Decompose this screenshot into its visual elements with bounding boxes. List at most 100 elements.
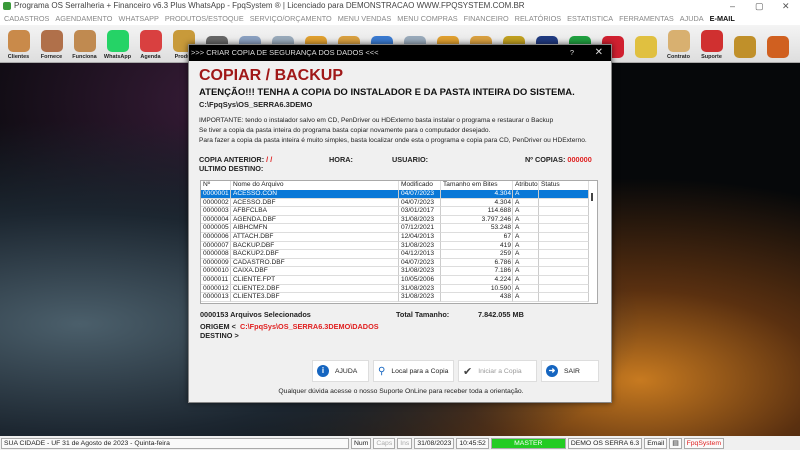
ajuda-button[interactable]: i AJUDA bbox=[312, 360, 369, 382]
table-cell: 03/01/2017 bbox=[399, 207, 441, 216]
printer-icon[interactable]: ▤ bbox=[669, 437, 682, 449]
table-cell: CLIENTE.FPT bbox=[231, 276, 399, 285]
table-cell: BACKUP2.DBF bbox=[231, 250, 399, 259]
table-cell bbox=[539, 198, 589, 208]
menu-financeiro[interactable]: FINANCEIRO bbox=[464, 14, 509, 23]
toolbar-label: Contrato bbox=[667, 54, 690, 60]
table-cell: 31/08/2023 bbox=[399, 241, 441, 251]
table-row[interactable]: 0000007 BACKUP.DBF 31/08/2023 419 A bbox=[201, 241, 589, 251]
info-text: IMPORTANTE: tendo o instalador salvo em … bbox=[199, 116, 587, 146]
column-header[interactable]: Nº bbox=[201, 181, 231, 190]
copia-anterior-value: / / bbox=[266, 155, 273, 164]
toolbar-icon bbox=[7, 30, 30, 52]
dialog-close-button[interactable]: ✕ bbox=[595, 45, 603, 61]
toolbar-button-agenda[interactable]: Agenda bbox=[135, 26, 166, 62]
info-line: Se tiver a copia da pasta inteira do pro… bbox=[199, 127, 491, 134]
table-cell: CADASTRO.DBF bbox=[231, 258, 399, 268]
toolbar-label: Fornece bbox=[40, 54, 63, 60]
column-header[interactable]: Nome do Arquivo bbox=[231, 181, 399, 190]
table-cell: A bbox=[513, 293, 539, 302]
column-header[interactable]: Status bbox=[539, 181, 589, 190]
table-cell bbox=[539, 258, 589, 268]
iniciar-copia-button[interactable]: ✔ Iniciar a Copia bbox=[458, 360, 537, 382]
toolbar-icon bbox=[139, 30, 162, 52]
table-cell: 4.224 bbox=[441, 276, 513, 285]
close-button[interactable]: ✕ bbox=[782, 0, 790, 12]
table-row[interactable]: 0000004 AGENDA.DBF 31/08/2023 3.797.246 A bbox=[201, 215, 589, 225]
menu-cadastros[interactable]: CADASTROS bbox=[4, 14, 49, 23]
ultimo-destino-label: ULTIMO DESTINO: bbox=[199, 164, 264, 173]
toolbar-button-funciona[interactable]: Funciona bbox=[69, 26, 100, 62]
toolbar-button-22[interactable] bbox=[729, 26, 760, 62]
menu-servi-o-or-amento[interactable]: SERVIÇO/ORÇAMENTO bbox=[250, 14, 332, 23]
table-cell: CLIENTE3.DBF bbox=[231, 293, 399, 302]
ncopias-value: 000000 bbox=[567, 155, 592, 164]
table-cell: 438 bbox=[441, 293, 513, 302]
menu-estatistica[interactable]: ESTATISTICA bbox=[567, 14, 613, 23]
local-copia-button[interactable]: ⚲ Local para a Copia bbox=[373, 360, 454, 382]
table-cell: 0000008 bbox=[201, 250, 231, 259]
menu-menu-vendas[interactable]: MENU VENDAS bbox=[338, 14, 392, 23]
table-cell: A bbox=[513, 276, 539, 285]
toolbar-icon bbox=[667, 30, 690, 52]
column-header[interactable]: Tamanho em Bites bbox=[441, 181, 513, 190]
menu-produtos-estoque[interactable]: PRODUTOS/ESTOQUE bbox=[165, 14, 244, 23]
table-cell: 0000001 bbox=[201, 190, 231, 199]
menu-relat-rios[interactable]: RELATÓRIOS bbox=[515, 14, 562, 23]
sair-button[interactable]: ➜ SAIR bbox=[541, 360, 599, 382]
status-num: Num bbox=[351, 437, 372, 449]
table-cell: ACESSO.CON bbox=[231, 190, 399, 199]
table-row[interactable]: 0000008 BACKUP2.DBF 04/12/2013 259 A bbox=[201, 250, 589, 259]
status-date: 31/08/2023 bbox=[414, 437, 455, 449]
table-row[interactable]: 0000003 AFBFCLBA 03/01/2017 114.688 A bbox=[201, 207, 589, 216]
table-cell: AFBFCLBA bbox=[231, 207, 399, 216]
menu-agendamento[interactable]: AGENDAMENTO bbox=[55, 14, 112, 23]
toolbar-button-19[interactable] bbox=[630, 26, 661, 62]
minimize-button[interactable]: – bbox=[730, 0, 735, 12]
toolbar-button-whatsapp[interactable]: WhatsApp bbox=[102, 26, 133, 62]
table-cell bbox=[539, 267, 589, 276]
table-cell: A bbox=[513, 207, 539, 216]
table-cell: 259 bbox=[441, 250, 513, 259]
table-cell: 10/05/2006 bbox=[399, 276, 441, 285]
table-row[interactable]: 0000009 CADASTRO.DBF 04/07/2023 6.786 A bbox=[201, 258, 589, 268]
column-header[interactable]: Atributo bbox=[513, 181, 539, 190]
table-row[interactable]: 0000001 ACESSO.CON 04/07/2023 4.304 A bbox=[201, 190, 589, 199]
table-row[interactable]: 0000011 CLIENTE.FPT 10/05/2006 4.224 A bbox=[201, 276, 589, 285]
scrollbar[interactable] bbox=[588, 189, 597, 303]
table-row[interactable]: 0000006 ATTACH.DBF 12/04/2013 67 A bbox=[201, 233, 589, 242]
toolbar-button-suporte[interactable]: Suporte bbox=[696, 26, 727, 62]
status-user: MASTER bbox=[490, 437, 566, 449]
toolbar-label: Clientes bbox=[7, 54, 30, 60]
file-table[interactable]: Nº Nome do Arquivo Modificado Tamanho em Bi… bbox=[200, 180, 598, 304]
info-line: Para fazer a copia da pasta inteira é mu… bbox=[199, 137, 587, 144]
maximize-button[interactable]: ▢ bbox=[755, 0, 764, 12]
table-cell: AGENDA.DBF bbox=[231, 215, 399, 225]
menu-ajuda[interactable]: AJUDA bbox=[680, 14, 704, 23]
table-header[interactable]: Nº Nome do Arquivo Modificado Tamanho em Bi… bbox=[201, 181, 589, 190]
menu-ferramentas[interactable]: FERRAMENTAS bbox=[619, 14, 674, 23]
table-row[interactable]: 0000002 ACESSO.DBF 04/07/2023 4.304 A bbox=[201, 198, 589, 208]
table-cell: 0000010 bbox=[201, 267, 231, 276]
table-cell bbox=[539, 233, 589, 242]
table-row[interactable]: 0000005 AIBHCMFN 07/12/2021 53.248 A bbox=[201, 224, 589, 233]
column-header[interactable]: Modificado bbox=[399, 181, 441, 190]
menu-e-mail[interactable]: E-MAIL bbox=[710, 14, 735, 23]
table-cell: 12/04/2013 bbox=[399, 233, 441, 242]
status-email[interactable]: Email bbox=[644, 437, 668, 449]
table-cell bbox=[539, 215, 589, 225]
toolbar-icon bbox=[634, 36, 657, 58]
menu-whatsapp[interactable]: WHATSAPP bbox=[118, 14, 158, 23]
toolbar-button-contrato[interactable]: Contrato bbox=[663, 26, 694, 62]
toolbar-button-23[interactable] bbox=[762, 26, 793, 62]
status-brand[interactable]: FpqSystem bbox=[683, 437, 724, 449]
table-row[interactable]: 0000013 CLIENTE3.DBF 31/08/2023 438 A bbox=[201, 293, 589, 302]
table-cell: A bbox=[513, 233, 539, 242]
toolbar-button-clientes[interactable]: Clientes bbox=[3, 26, 34, 62]
menu-menu-compras[interactable]: MENU COMPRAS bbox=[397, 14, 457, 23]
table-cell bbox=[539, 224, 589, 233]
table-row[interactable]: 0000012 CLIENTE2.DBF 31/08/2023 10.590 A bbox=[201, 284, 589, 294]
table-row[interactable]: 0000010 CAIXA.DBF 31/08/2023 7.186 A bbox=[201, 267, 589, 276]
toolbar-button-fornece[interactable]: Fornece bbox=[36, 26, 67, 62]
help-icon[interactable]: ? bbox=[570, 45, 574, 61]
